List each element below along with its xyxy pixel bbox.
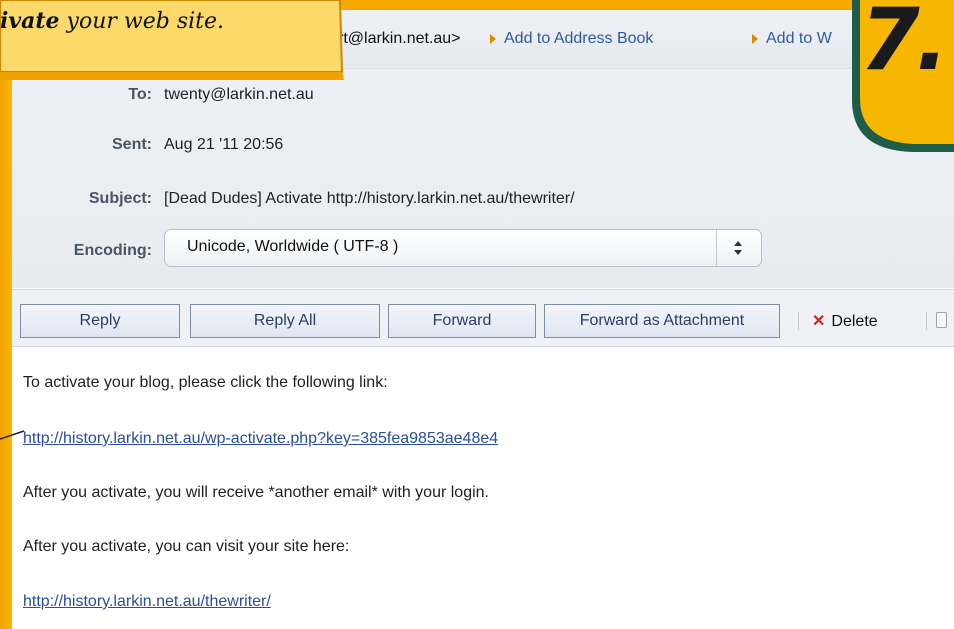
activation-link[interactable]: http://history.larkin.net.au/wp-activate… bbox=[23, 430, 498, 448]
delete-button[interactable]: ✕ Delete bbox=[812, 311, 878, 331]
arrow-right-icon bbox=[752, 34, 758, 44]
step-number: 7. bbox=[860, 0, 948, 90]
reply-button[interactable]: Reply bbox=[20, 304, 180, 338]
email-message-window: rt@larkin.net.au> Add to Address Book Ad… bbox=[12, 10, 954, 629]
encoding-value: Unicode, Worldwide ( UTF-8 ) bbox=[187, 238, 399, 255]
forward-as-attachment-button[interactable]: Forward as Attachment bbox=[544, 304, 780, 338]
document-icon[interactable] bbox=[936, 312, 947, 328]
site-link[interactable]: http://history.larkin.net.au/thewriter/ bbox=[23, 593, 271, 611]
forward-button[interactable]: Forward bbox=[388, 304, 536, 338]
pointer-line bbox=[0, 430, 25, 440]
delete-x-icon: ✕ bbox=[812, 313, 826, 330]
callout-note: ivate your web site. bbox=[0, 0, 345, 80]
encoding-label: Encoding: bbox=[73, 242, 152, 259]
message-toolbar: Reply Reply All Forward Forward as Attac… bbox=[12, 289, 954, 347]
callout-text-bold: ivate bbox=[0, 8, 60, 34]
body-line-1: To activate your blog, please click the … bbox=[23, 374, 388, 391]
subject-value: [Dead Dudes] Activate http://history.lar… bbox=[164, 190, 575, 207]
arrow-right-icon bbox=[490, 34, 496, 44]
add-to-w-link[interactable]: Add to W bbox=[766, 30, 832, 48]
callout-text-rest: your web site. bbox=[59, 9, 225, 34]
select-stepper bbox=[716, 230, 761, 266]
body-line-3: After you activate, you will receive *an… bbox=[23, 484, 489, 501]
reply-all-button[interactable]: Reply All bbox=[190, 304, 380, 338]
toolbar-divider bbox=[926, 312, 927, 330]
delete-label: Delete bbox=[831, 313, 878, 330]
sent-value: Aug 21 '11 20:56 bbox=[164, 136, 284, 153]
sent-label: Sent: bbox=[112, 136, 152, 153]
callout-text: ivate your web site. bbox=[0, 8, 224, 34]
add-to-address-book-link[interactable]: Add to Address Book bbox=[504, 30, 653, 48]
up-down-arrows-icon bbox=[734, 241, 742, 255]
from-address[interactable]: rt@larkin.net.au> bbox=[338, 30, 461, 48]
encoding-select[interactable]: Unicode, Worldwide ( UTF-8 ) bbox=[164, 229, 762, 267]
subject-label: Subject: bbox=[88, 190, 152, 207]
toolbar-divider bbox=[798, 312, 799, 330]
to-value: twenty@larkin.net.au bbox=[164, 86, 314, 103]
orange-frame-left bbox=[0, 0, 12, 629]
body-line-4: After you activate, you can visit your s… bbox=[23, 538, 350, 555]
to-label: To: bbox=[128, 86, 152, 103]
